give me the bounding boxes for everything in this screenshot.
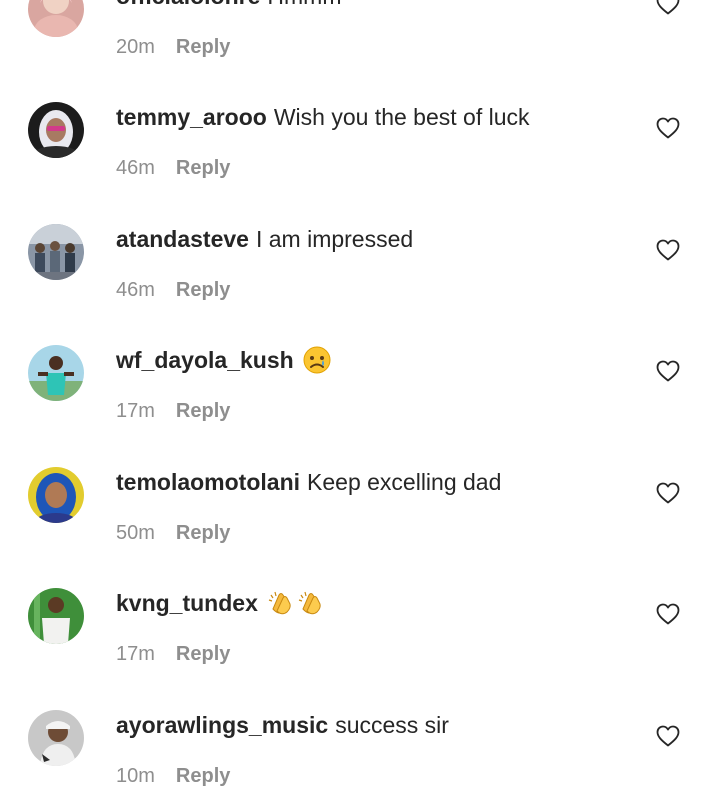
comment-item: kvng_tundex 17m Reply	[0, 576, 720, 697]
reply-button[interactable]: Reply	[176, 522, 230, 544]
comment-text: Wish you the best of luck	[273, 104, 530, 130]
clapping-hands-emoji	[267, 589, 295, 623]
avatar-photo-group-people	[28, 224, 84, 280]
comment-item: temolaomotolani Keep excelling dad 50m Rep…	[0, 455, 720, 576]
comment-time: 50m	[116, 522, 155, 544]
reply-button[interactable]: Reply	[176, 765, 230, 787]
like-heart-icon[interactable]	[656, 360, 680, 382]
avatar-photo-man-green-background	[28, 588, 84, 644]
comment-username[interactable]: temolaomotolani	[116, 469, 300, 495]
comment-meta: 10m Reply	[116, 764, 230, 788]
comment-item: officialolohre Hmmm 20m Reply	[0, 0, 720, 90]
comment-username[interactable]: officialolohre	[116, 0, 260, 9]
avatar-photo-woman-blue-hair	[28, 467, 84, 523]
comment-username[interactable]: temmy_arooo	[116, 104, 267, 130]
comment-text: Hmmm	[267, 0, 341, 9]
avatar-photo-man-outdoor	[28, 345, 84, 401]
reply-button[interactable]: Reply	[176, 36, 230, 58]
like-heart-icon[interactable]	[656, 482, 680, 504]
comment-text: Keep excelling dad	[307, 469, 502, 495]
comment-line: atandasteve I am impressed	[116, 225, 413, 253]
comment-text: success sir	[335, 712, 449, 738]
like-heart-icon[interactable]	[656, 239, 680, 261]
comment-item: atandasteve I am impressed 46m Reply	[0, 212, 720, 333]
comment-line: ayorawlings_music success sir	[116, 711, 449, 739]
like-heart-icon[interactable]	[656, 725, 680, 747]
avatar[interactable]	[28, 710, 84, 766]
comment-time: 10m	[116, 765, 155, 787]
comment-username[interactable]: ayorawlings_music	[116, 712, 328, 738]
comment-item: ayorawlings_music success sir 10m Reply	[0, 698, 720, 810]
comment-meta: 50m Reply	[116, 521, 230, 545]
comment-username[interactable]: wf_dayola_kush	[116, 347, 294, 373]
avatar-photo-man-cap	[28, 710, 84, 766]
avatar[interactable]	[28, 102, 84, 158]
comment-time: 20m	[116, 36, 155, 58]
comment-time: 46m	[116, 157, 155, 179]
avatar[interactable]	[28, 224, 84, 280]
comment-time: 46m	[116, 279, 155, 301]
like-heart-icon[interactable]	[656, 117, 680, 139]
comment-username[interactable]: kvng_tundex	[116, 590, 258, 616]
comment-item: wf_dayola_kush 17m Reply	[0, 333, 720, 454]
comment-line: wf_dayola_kush	[116, 346, 331, 380]
comment-line: kvng_tundex	[116, 589, 325, 623]
comment-line: officialolohre Hmmm	[116, 0, 342, 10]
avatar[interactable]	[28, 467, 84, 523]
comment-text: I am impressed	[255, 226, 414, 252]
comment-time: 17m	[116, 643, 155, 665]
comment-list: officialolohre Hmmm 20m Reply temmy_aroooW…	[0, 0, 720, 810]
like-heart-icon[interactable]	[656, 0, 680, 15]
comment-line: temmy_arooo Wish you the best of luck	[116, 103, 530, 131]
comment-username[interactable]: atandasteve	[116, 226, 249, 252]
reply-button[interactable]: Reply	[176, 279, 230, 301]
comment-meta: 17m Reply	[116, 399, 230, 423]
reply-button[interactable]: Reply	[176, 400, 230, 422]
comment-meta: 46m Reply	[116, 278, 230, 302]
clapping-hands-emoji	[297, 589, 325, 623]
avatar[interactable]	[28, 588, 84, 644]
reply-button[interactable]: Reply	[176, 643, 230, 665]
avatar-photo-woman-white-hijab	[28, 102, 84, 158]
avatar[interactable]	[28, 345, 84, 401]
comment-item: temmy_arooo Wish you the best of luck 46m…	[0, 90, 720, 211]
comment-meta: 17m Reply	[116, 642, 230, 666]
comment-meta: 20m Reply	[116, 35, 230, 59]
avatar[interactable]	[28, 0, 84, 37]
crying-face-emoji	[303, 346, 331, 380]
comment-time: 17m	[116, 400, 155, 422]
reply-button[interactable]: Reply	[176, 157, 230, 179]
comment-line: temolaomotolani Keep excelling dad	[116, 468, 501, 496]
like-heart-icon[interactable]	[656, 603, 680, 625]
comment-meta: 46m Reply	[116, 156, 230, 180]
avatar-photo-woman-pink	[28, 0, 84, 37]
